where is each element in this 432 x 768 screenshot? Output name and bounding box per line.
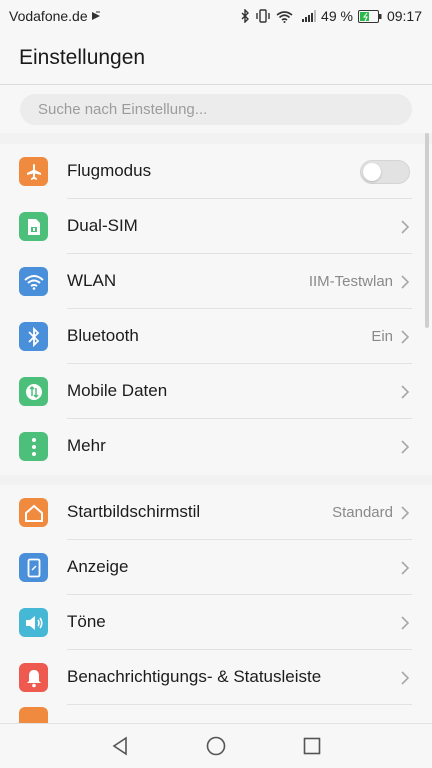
settings-item-toene[interactable]: Töne xyxy=(0,595,432,650)
chevron-right-icon xyxy=(401,440,410,454)
settings-item-label: Mehr xyxy=(67,436,106,455)
more-icon xyxy=(19,432,48,461)
back-button[interactable] xyxy=(109,735,131,757)
settings-group-connectivity: Flugmodus Dual-SIM WLAN IIM-Testwlan Blu… xyxy=(0,144,432,475)
chevron-right-icon xyxy=(401,220,410,234)
settings-item-label: Anzeige xyxy=(67,557,129,576)
search-bar: Suche nach Einstellung... xyxy=(0,85,432,133)
wifi-status-icon xyxy=(276,10,293,23)
page-title: Einstellungen xyxy=(19,46,146,69)
vibrate-icon xyxy=(255,9,271,23)
chevron-right-icon xyxy=(401,385,410,399)
wifi-icon xyxy=(19,267,48,296)
settings-item-label: Bluetooth xyxy=(67,326,139,345)
settings-item-benachrichtigungen[interactable]: Benachrichtigungs- & Statusleiste xyxy=(0,650,432,705)
bell-icon xyxy=(19,663,48,692)
display-icon xyxy=(19,553,48,582)
settings-item-label: Startbildschirmstil xyxy=(67,502,201,521)
settings-item-label: Benachrichtigungs- & Statusleiste xyxy=(67,667,322,686)
settings-item-partial[interactable] xyxy=(0,705,432,725)
carrier-name: Vodafone.de xyxy=(9,8,88,24)
settings-group-device: Startbildschirmstil Standard Anzeige Tön… xyxy=(0,485,432,725)
bluetooth-status: Ein xyxy=(371,328,393,345)
cast-icon xyxy=(91,11,101,21)
settings-item-startbildschirmstil[interactable]: Startbildschirmstil Standard xyxy=(0,485,432,540)
settings-item-dual-sim[interactable]: Dual-SIM xyxy=(0,199,432,254)
clock: 09:17 xyxy=(386,8,422,24)
settings-item-mobile-daten[interactable]: Mobile Daten xyxy=(0,364,432,419)
mobile-data-icon xyxy=(19,377,48,406)
chevron-right-icon xyxy=(401,275,410,289)
scrollbar[interactable] xyxy=(425,133,429,328)
chevron-right-icon xyxy=(401,561,410,575)
recent-apps-button[interactable] xyxy=(301,735,323,757)
settings-item-mehr[interactable]: Mehr xyxy=(0,419,432,474)
settings-item-label: Dual-SIM xyxy=(67,216,138,235)
status-bar: Vodafone.de 49 % 09:17 xyxy=(0,0,432,32)
battery-percent: 49 % xyxy=(321,8,353,24)
settings-item-label: Flugmodus xyxy=(67,161,152,180)
home-icon xyxy=(19,498,48,527)
bluetooth-icon xyxy=(19,322,48,351)
settings-item-bluetooth[interactable]: Bluetooth Ein xyxy=(0,309,432,364)
wlan-network-name: IIM-Testwlan xyxy=(308,273,393,290)
home-button[interactable] xyxy=(205,735,227,757)
chevron-right-icon xyxy=(401,671,410,685)
airplane-icon xyxy=(19,157,48,186)
airplane-mode-toggle[interactable] xyxy=(360,160,410,184)
settings-item-flugmodus[interactable]: Flugmodus xyxy=(0,144,432,199)
home-style-value: Standard xyxy=(332,504,393,521)
settings-item-label: Töne xyxy=(67,612,106,631)
bluetooth-status-icon xyxy=(240,9,250,23)
app-header: Einstellungen xyxy=(0,32,432,85)
speaker-icon xyxy=(19,608,48,637)
settings-item-label: WLAN xyxy=(67,271,117,290)
settings-item-label: Mobile Daten xyxy=(67,381,168,400)
chevron-right-icon xyxy=(401,330,410,344)
search-input[interactable]: Suche nach Einstellung... xyxy=(20,94,412,125)
sim-icon xyxy=(19,212,48,241)
chevron-right-icon xyxy=(401,506,410,520)
navigation-bar xyxy=(0,723,432,768)
battery-icon xyxy=(357,9,382,23)
settings-item-wlan[interactable]: WLAN IIM-Testwlan xyxy=(0,254,432,309)
settings-item-anzeige[interactable]: Anzeige xyxy=(0,540,432,595)
chevron-right-icon xyxy=(401,616,410,630)
signal-icon xyxy=(302,10,317,22)
